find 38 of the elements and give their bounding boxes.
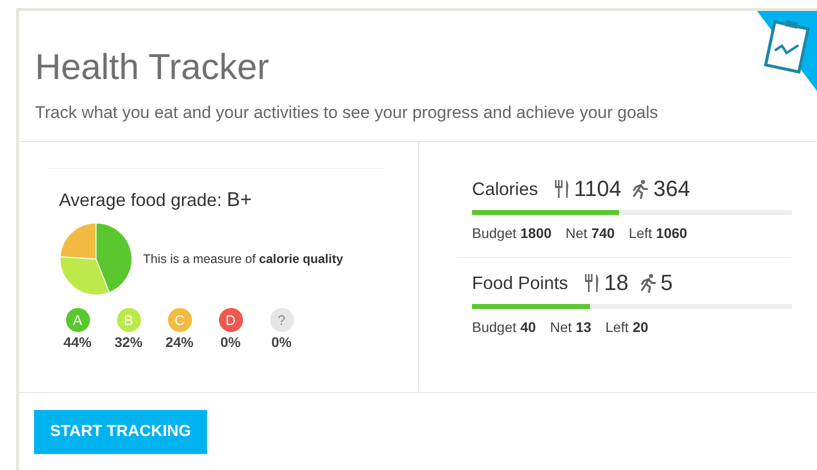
metric-title: Food Points — [472, 272, 568, 294]
grade-value: B+ — [226, 189, 252, 211]
stat-label: Net — [566, 225, 588, 241]
page-title: Health Tracker — [35, 45, 270, 89]
page-subtitle: Track what you eat and your activities to see your progress and achieve your goals — [35, 103, 660, 123]
grade-percent: 24% — [165, 334, 194, 350]
stat-value: 20 — [632, 319, 648, 335]
stat-value: 740 — [591, 225, 615, 241]
stat-label: Left — [605, 319, 629, 335]
grade-badge: D — [218, 308, 242, 332]
stat-value: 1800 — [520, 225, 552, 241]
eaten-value: 18 — [604, 270, 629, 296]
stat-value: 40 — [520, 319, 536, 335]
chart-note: This is a measure of calorie quality — [143, 252, 344, 266]
stat-label: Left — [628, 225, 652, 241]
stat-value: 13 — [576, 319, 592, 335]
runner-icon — [638, 273, 657, 293]
runner-icon — [631, 179, 650, 199]
grade-badge: C — [168, 308, 192, 332]
grade-label: Average food grade: — [59, 190, 222, 210]
grade-percent: 32% — [114, 334, 143, 350]
grade-badge: ? — [270, 308, 294, 332]
grade-badge: B — [116, 308, 140, 332]
grade-percent: 0% — [220, 334, 241, 350]
grade-percent: 44% — [63, 334, 92, 350]
eaten-value: 1104 — [574, 176, 622, 202]
stat-label: Net — [550, 319, 572, 335]
start-tracking-button[interactable]: START TRACKING — [34, 410, 208, 454]
fork-knife-icon — [554, 179, 570, 199]
grade-badge: A — [66, 308, 90, 332]
grade-percent: 0% — [271, 334, 292, 350]
stat-label: Budget — [472, 225, 516, 241]
fork-knife-icon — [584, 273, 600, 293]
burned-value: 364 — [653, 176, 690, 202]
stat-label: Budget — [472, 319, 516, 335]
burned-value: 5 — [660, 270, 673, 296]
stat-value: 1060 — [656, 225, 688, 241]
metric-title: Calories — [472, 178, 538, 200]
